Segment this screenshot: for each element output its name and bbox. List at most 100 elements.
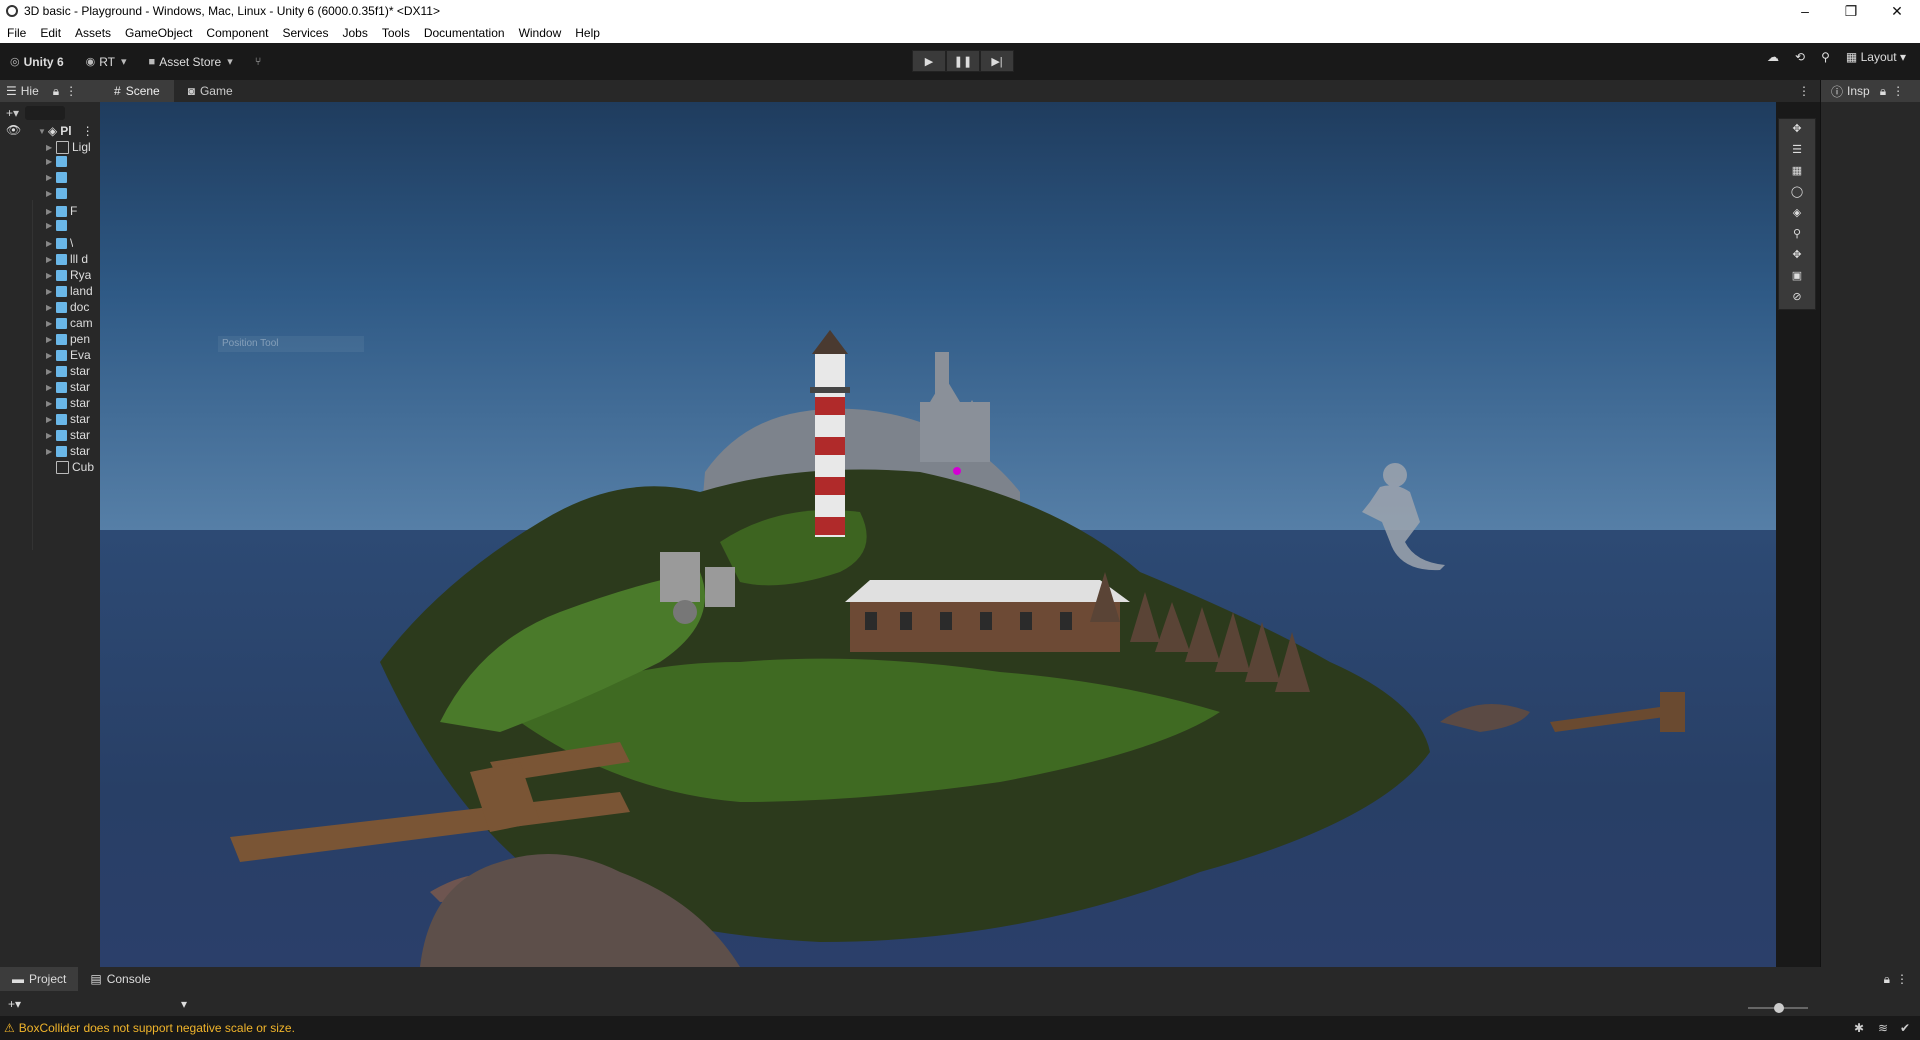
tab-game[interactable]: ◙ Game (174, 80, 247, 102)
menu-component[interactable]: Component (199, 26, 275, 40)
tab-console[interactable]: ▤ Console (78, 967, 162, 991)
user-dropdown[interactable]: ◉ RT ▾ (86, 55, 131, 69)
hierarchy-item[interactable]: ▶ (46, 220, 70, 231)
add-icon[interactable]: +▾ (6, 106, 19, 120)
hierarchy-item[interactable]: ▶ \ (46, 236, 73, 250)
expand-arrow-icon[interactable]: ▶ (46, 351, 56, 360)
expand-arrow-icon[interactable]: ▶ (46, 447, 56, 456)
search-field[interactable] (25, 106, 66, 120)
expand-arrow-icon[interactable]: ▼ (38, 127, 48, 136)
check-icon[interactable]: ✔ (1900, 1021, 1910, 1035)
hierarchy-root[interactable]: ▼ ◈ Pl ⋮ (38, 124, 94, 138)
chevron-down-icon[interactable]: ▾ (181, 997, 187, 1011)
account-button[interactable]: ◎ Unity 6 (10, 55, 64, 69)
expand-arrow-icon[interactable]: ▶ (46, 207, 56, 216)
tab-scene[interactable]: # Scene (100, 80, 174, 102)
menu-tools[interactable]: Tools (375, 26, 417, 40)
expand-arrow-icon[interactable]: ▶ (46, 143, 56, 152)
close-button[interactable]: ✕ (1874, 0, 1920, 22)
pause-button[interactable]: ❚❚ (946, 50, 980, 72)
expand-arrow-icon[interactable]: ▶ (46, 319, 56, 328)
hierarchy-item[interactable]: Cub (46, 460, 94, 474)
menu-jobs[interactable]: Jobs (335, 26, 374, 40)
expand-arrow-icon[interactable]: ▶ (46, 415, 56, 424)
layout-dropdown[interactable]: ▦ Layout ▾ (1846, 50, 1906, 64)
restore-button[interactable]: ❐ (1828, 0, 1874, 22)
expand-arrow-icon[interactable]: ▶ (46, 367, 56, 376)
expand-arrow-icon[interactable]: ▶ (46, 239, 56, 248)
expand-arrow-icon[interactable]: ▶ (46, 271, 56, 280)
scene-viewport[interactable]: Position Tool (100, 102, 1776, 967)
play-button[interactable]: ▶ (912, 50, 946, 72)
hierarchy-item[interactable]: ▶ doc (46, 300, 89, 314)
more-icon[interactable]: ⋮ (1892, 84, 1904, 98)
more-icon[interactable]: ⋮ (1798, 84, 1810, 98)
hierarchy-item[interactable]: ▶ (46, 188, 70, 199)
hierarchy-item[interactable]: ▶ pen (46, 332, 90, 346)
history-icon[interactable]: ⟲ (1795, 50, 1805, 64)
hierarchy-item[interactable]: ▶ star (46, 364, 90, 378)
menu-file[interactable]: File (0, 26, 33, 40)
compass-icon[interactable]: ⊘ (1792, 287, 1801, 308)
menu-window[interactable]: Window (512, 26, 569, 40)
menu-services[interactable]: Services (275, 26, 335, 40)
hierarchy-item[interactable]: ▶ (46, 172, 70, 183)
add-icon[interactable]: +▾ (8, 997, 21, 1011)
more-icon[interactable]: ⋮ (1896, 972, 1908, 986)
circle-icon[interactable]: ◯ (1791, 182, 1803, 203)
lock-icon[interactable]: 🔒︎ (1884, 972, 1890, 987)
zoom-icon[interactable]: ⚲ (1793, 224, 1801, 245)
version-control-button[interactable]: ⑂ (255, 56, 266, 68)
menu-edit[interactable]: Edit (33, 26, 68, 40)
hierarchy-item[interactable]: ▶ F (46, 204, 77, 218)
search-icon[interactable]: ⚲ (1821, 50, 1830, 64)
hierarchy-item[interactable]: ▶ star (46, 428, 90, 442)
expand-arrow-icon[interactable]: ▶ (46, 221, 56, 230)
hierarchy-item[interactable]: ▶ cam (46, 316, 93, 330)
hierarchy-item[interactable]: ▶ Ligl (46, 140, 91, 154)
menu-gameobject[interactable]: GameObject (118, 26, 199, 40)
minimize-button[interactable]: – (1782, 0, 1828, 22)
expand-arrow-icon[interactable]: ▶ (46, 399, 56, 408)
hierarchy-item[interactable]: ▶ star (46, 444, 90, 458)
visibility-eye-icon[interactable]: 👁︎ (6, 123, 21, 137)
expand-arrow-icon[interactable]: ▶ (46, 189, 56, 198)
expand-arrow-icon[interactable]: ▶ (46, 173, 56, 182)
hierarchy-tab[interactable]: ☰ Hie 🔒︎ ⋮ (0, 80, 100, 102)
camera-icon[interactable]: ▣ (1792, 266, 1802, 287)
cloud-icon[interactable]: ☁ (1767, 50, 1779, 64)
move-icon[interactable]: ✥ (1792, 119, 1801, 140)
grid-snap-icon[interactable]: ▦ (1792, 161, 1802, 182)
more-icon[interactable]: ⋮ (65, 84, 77, 98)
layers-icon[interactable]: ◈ (1793, 203, 1801, 224)
expand-arrow-icon[interactable]: ▶ (46, 431, 56, 440)
hierarchy-item[interactable]: ▶ lll d (46, 252, 88, 266)
pan-icon[interactable]: ✥ (1792, 245, 1801, 266)
expand-arrow-icon[interactable]: ▶ (46, 335, 56, 344)
tab-project[interactable]: ▬ Project (0, 967, 79, 991)
align-icon[interactable]: ☰ (1792, 140, 1802, 161)
layers-icon[interactable]: ≋ (1878, 1021, 1888, 1035)
hierarchy-item[interactable]: ▶ Rya (46, 268, 91, 282)
lock-icon[interactable]: 🔒︎ (1880, 84, 1886, 99)
slider-handle[interactable] (1774, 1003, 1784, 1013)
expand-arrow-icon[interactable]: ▶ (46, 157, 56, 166)
asset-store-dropdown[interactable]: ■ Asset Store ▾ (149, 55, 237, 69)
hierarchy-item[interactable]: ▶ land (46, 284, 93, 298)
menu-documentation[interactable]: Documentation (417, 26, 512, 40)
menu-help[interactable]: Help (568, 26, 607, 40)
hierarchy-item[interactable]: ▶ Eva (46, 348, 91, 362)
expand-arrow-icon[interactable]: ▶ (46, 255, 56, 264)
more-icon[interactable]: ⋮ (82, 124, 94, 138)
step-button[interactable]: ▶| (980, 50, 1014, 72)
hierarchy-item[interactable]: ▶ star (46, 396, 90, 410)
expand-arrow-icon[interactable]: ▶ (46, 303, 56, 312)
menu-assets[interactable]: Assets (68, 26, 118, 40)
lock-icon[interactable]: 🔒︎ (53, 84, 59, 99)
status-message[interactable]: BoxCollider does not support negative sc… (19, 1021, 295, 1035)
expand-arrow-icon[interactable]: ▶ (46, 383, 56, 392)
expand-arrow-icon[interactable]: ▶ (46, 287, 56, 296)
inspector-tab[interactable]: ⓘ Insp 🔒︎ ⋮ (1821, 80, 1920, 102)
hierarchy-item[interactable]: ▶ (46, 156, 70, 167)
hierarchy-item[interactable]: ▶ star (46, 412, 90, 426)
